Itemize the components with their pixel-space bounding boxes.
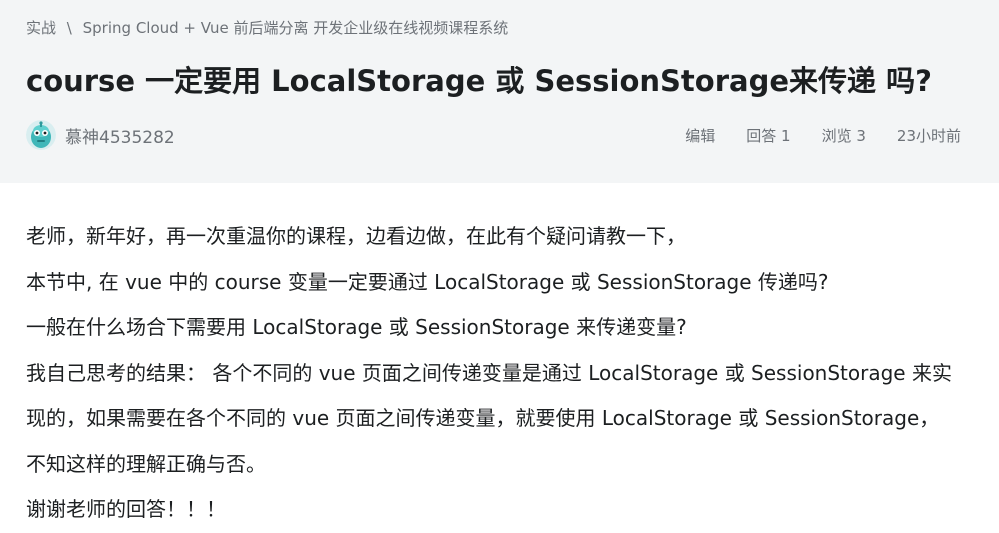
content-line: 我自己思考的结果： 各个不同的 vue 页面之间传递变量是通过 LocalSto…	[26, 360, 952, 431]
content-line: 一般在什么场合下需要用 LocalStorage 或 SessionStorag…	[26, 315, 687, 339]
breadcrumb-course-link[interactable]: Spring Cloud + Vue 前后端分离 开发企业级在线视频课程系统	[83, 19, 509, 37]
question-stats: 编辑 回答 1 浏览 3 23小时前	[685, 125, 961, 146]
content-line: 老师，新年好，再一次重温你的课程，边看边做，在此有个疑问请教一下，	[26, 224, 686, 248]
answer-count: 回答 1	[746, 126, 791, 145]
content-line: 本节中, 在 vue 中的 course 变量一定要通过 LocalStorag…	[26, 269, 829, 294]
breadcrumb-section-link[interactable]: 实战	[26, 19, 56, 37]
view-count: 浏览 3	[821, 126, 866, 145]
post-time: 23小时前	[896, 126, 961, 145]
question-content: 老师，新年好，再一次重温你的课程，边看边做，在此有个疑问请教一下， 本节中, 在…	[26, 214, 969, 533]
content-line: 不知这样的理解正确与否。	[26, 451, 266, 476]
breadcrumb: 实战 \ Spring Cloud + Vue 前后端分离 开发企业级在线视频课…	[26, 17, 508, 38]
author-name[interactable]: 慕神4535282	[65, 123, 175, 148]
question-header: 实战 \ Spring Cloud + Vue 前后端分离 开发企业级在线视频课…	[0, 0, 999, 183]
teal-robot-avatar-icon	[26, 120, 56, 150]
question-title: course 一定要用 LocalStorage 或 SessionStorag…	[26, 64, 932, 98]
author-avatar[interactable]	[26, 120, 56, 150]
edit-button[interactable]: 编辑	[685, 125, 715, 146]
question-meta: 慕神4535282 编辑 回答 1 浏览 3 23小时前	[26, 116, 961, 154]
breadcrumb-separator: \	[66, 19, 72, 37]
